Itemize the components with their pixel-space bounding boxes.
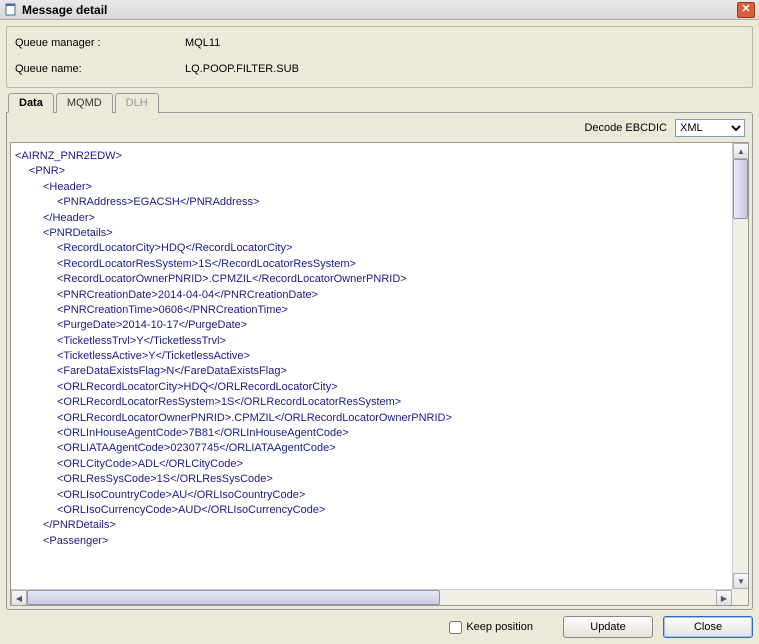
queue-manager-label: Queue manager : (15, 37, 185, 49)
xml-line: <RecordLocatorCity>HDQ</RecordLocatorCit… (15, 241, 744, 256)
vscroll-thumb[interactable] (733, 159, 748, 219)
tab-data[interactable]: Data (8, 93, 54, 113)
queue-name-value: LQ.POOP.FILTER.SUB (185, 63, 299, 75)
scroll-up-arrow-icon[interactable]: ▲ (733, 143, 749, 159)
window-title: Message detail (22, 3, 737, 17)
xml-line: <ORLRecordLocatorResSystem>1S</ORLRecord… (15, 395, 744, 410)
xml-line: <PNRCreationTime>0606</PNRCreationTime> (15, 303, 744, 318)
close-window-button[interactable]: ✕ (737, 2, 755, 18)
tab-mqmd[interactable]: MQMD (56, 93, 113, 113)
queue-info-panel: Queue manager : MQL11 Queue name: LQ.POO… (6, 26, 753, 88)
decode-format-select[interactable]: XML (675, 119, 745, 137)
xml-line: <ORLInHouseAgentCode>7B81</ORLInHouseAge… (15, 426, 744, 441)
xml-content-viewer[interactable]: <AIRNZ_PNR2EDW><PNR><Header><PNRAddress>… (11, 143, 748, 605)
decode-label: Decode EBCDIC (584, 122, 667, 134)
xml-line: <ORLIsoCountryCode>AU</ORLIsoCountryCode… (15, 488, 744, 503)
tab-bar: Data MQMD DLH (6, 93, 753, 113)
xml-line: <ORLRecordLocatorCity>HDQ</ORLRecordLoca… (15, 380, 744, 395)
scroll-left-arrow-icon[interactable]: ◀ (11, 590, 27, 606)
footer-bar: Keep position Update Close (6, 610, 753, 638)
keep-position-label: Keep position (466, 621, 533, 633)
vertical-scrollbar[interactable]: ▲ ▼ (732, 143, 748, 589)
update-button[interactable]: Update (563, 616, 653, 638)
xml-line: <TicketlessActive>Y</TicketlessActive> (15, 349, 744, 364)
hscroll-track[interactable] (27, 590, 716, 605)
hscroll-thumb[interactable] (27, 590, 440, 605)
queue-manager-value: MQL11 (185, 37, 220, 49)
xml-line: <ORLIATAAgentCode>02307745</ORLIATAAgent… (15, 441, 744, 456)
xml-line: <PurgeDate>2014-10-17</PurgeDate> (15, 318, 744, 333)
xml-line: <RecordLocatorResSystem>1S</RecordLocato… (15, 257, 744, 272)
scroll-right-arrow-icon[interactable]: ▶ (716, 590, 732, 606)
close-icon: ✕ (741, 4, 750, 15)
xml-line: <PNRDetails> (15, 226, 744, 241)
xml-line: <TicketlessTrvl>Y</TicketlessTrvl> (15, 334, 744, 349)
xml-line: <PNRCreationDate>2014-04-04</PNRCreation… (15, 288, 744, 303)
xml-line: <ORLIsoCurrencyCode>AUD</ORLIsoCurrencyC… (15, 503, 744, 518)
tab-dlh[interactable]: DLH (115, 93, 159, 113)
xml-line: <Header> (15, 180, 744, 195)
close-button[interactable]: Close (663, 616, 753, 638)
tab-panel: Decode EBCDIC XML <AIRNZ_PNR2EDW><PNR><H… (6, 112, 753, 610)
xml-line: <Passenger> (15, 534, 744, 549)
xml-line: <PNR> (15, 164, 744, 179)
xml-line: <ORLResSysCode>1S</ORLResSysCode> (15, 472, 744, 487)
scroll-down-arrow-icon[interactable]: ▼ (733, 573, 749, 589)
horizontal-scrollbar[interactable]: ◀ ▶ (11, 589, 732, 605)
xml-line: <PNRAddress>EGACSH</PNRAddress> (15, 195, 744, 210)
scrollbar-corner (732, 589, 748, 605)
title-bar: Message detail ✕ (0, 0, 759, 20)
keep-position-control[interactable]: Keep position (449, 621, 533, 634)
vscroll-track[interactable] (733, 159, 748, 573)
xml-line: </PNRDetails> (15, 518, 744, 533)
xml-line: <ORLCityCode>ADL</ORLCityCode> (15, 457, 744, 472)
window-icon (4, 3, 18, 17)
xml-line: </Header> (15, 211, 744, 226)
xml-line: <FareDataExistsFlag>N</FareDataExistsFla… (15, 364, 744, 379)
queue-name-label: Queue name: (15, 63, 185, 75)
xml-line: <AIRNZ_PNR2EDW> (15, 149, 744, 164)
xml-line: <ORLRecordLocatorOwnerPNRID>.CPMZIL</ORL… (15, 411, 744, 426)
xml-line: <RecordLocatorOwnerPNRID>.CPMZIL</Record… (15, 272, 744, 287)
keep-position-checkbox[interactable] (449, 621, 462, 634)
